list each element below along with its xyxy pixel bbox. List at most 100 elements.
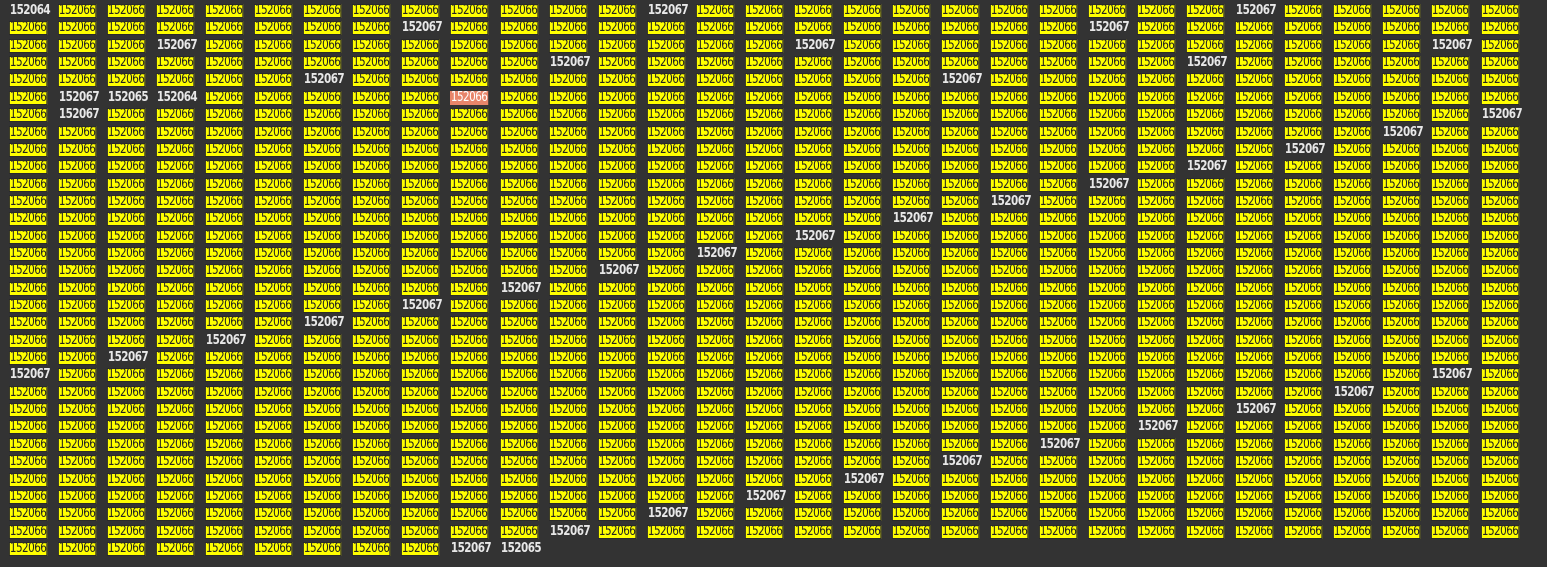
number-cell[interactable]: 152066 xyxy=(156,333,195,348)
number-cell[interactable]: 152066 xyxy=(548,212,587,227)
number-cell[interactable]: 152066 xyxy=(254,73,293,88)
number-cell[interactable]: 152066 xyxy=(205,351,244,365)
number-cell[interactable]: 152066 xyxy=(548,160,587,175)
number-cell[interactable]: 152066 xyxy=(1235,212,1274,227)
number-cell[interactable]: 152066 xyxy=(1088,368,1127,383)
number-cell[interactable]: 152066 xyxy=(597,56,636,71)
number-cell[interactable]: 152066 xyxy=(303,489,342,504)
number-cell[interactable]: 152066 xyxy=(1186,212,1225,227)
number-cell[interactable]: 152066 xyxy=(695,21,734,36)
number-cell[interactable]: 152066 xyxy=(1284,333,1323,348)
number-cell[interactable]: 152066 xyxy=(450,125,489,140)
number-cell[interactable]: 152066 xyxy=(1431,420,1470,435)
number-cell[interactable]: 152066 xyxy=(352,38,391,53)
number-cell[interactable]: 152067 xyxy=(598,264,640,278)
number-cell[interactable]: 152066 xyxy=(1333,194,1372,209)
number-cell[interactable]: 152066 xyxy=(1186,316,1225,331)
number-cell[interactable]: 152066 xyxy=(990,368,1029,383)
number-cell[interactable]: 152066 xyxy=(303,333,342,348)
number-cell[interactable]: 152066 xyxy=(1137,229,1176,244)
number-cell[interactable]: 152066 xyxy=(254,524,293,539)
number-cell[interactable]: 152066 xyxy=(597,281,636,296)
number-cell[interactable]: 152066 xyxy=(940,90,980,105)
number-cell[interactable]: 152066 xyxy=(793,281,833,296)
number-cell[interactable]: 152066 xyxy=(891,420,931,435)
number-cell[interactable]: 152066 xyxy=(646,299,685,313)
number-cell[interactable]: 152066 xyxy=(1333,281,1372,296)
number-cell[interactable]: 152066 xyxy=(744,351,784,365)
number-cell[interactable]: 152066 xyxy=(9,351,48,365)
number-cell[interactable]: 152066 xyxy=(842,264,882,279)
number-cell[interactable]: 152066 xyxy=(744,21,784,36)
number-cell[interactable]: 152066 xyxy=(254,507,293,522)
number-cell[interactable]: 152067 xyxy=(1137,420,1179,434)
number-cell[interactable]: 152066 xyxy=(9,472,48,487)
number-cell[interactable]: 152066 xyxy=(1382,194,1421,209)
number-cell[interactable]: 152066 xyxy=(744,229,784,244)
number-cell[interactable]: 152066 xyxy=(9,316,48,331)
number-cell[interactable]: 152066 xyxy=(1480,403,1519,418)
number-cell[interactable]: 152066 xyxy=(646,212,685,227)
number-cell[interactable]: 152066 xyxy=(1480,73,1519,88)
number-cell[interactable]: 152066 xyxy=(401,524,440,539)
number-cell[interactable]: 152066 xyxy=(107,56,146,71)
number-cell[interactable]: 152066 xyxy=(205,524,244,539)
number-cell[interactable]: 152067 xyxy=(303,316,345,330)
number-cell[interactable]: 152066 xyxy=(205,108,244,123)
number-cell[interactable]: 152067 xyxy=(647,507,689,521)
number-cell[interactable]: 152066 xyxy=(9,229,48,244)
number-cell[interactable]: 152066 xyxy=(646,177,685,192)
number-cell[interactable]: 152066 xyxy=(940,56,980,71)
number-cell[interactable]: 152066 xyxy=(9,38,48,53)
number-cell[interactable]: 152066 xyxy=(1088,142,1127,157)
number-cell[interactable]: 152066 xyxy=(1480,142,1519,157)
number-cell[interactable]: 152066 xyxy=(646,246,685,261)
number-cell[interactable]: 152066 xyxy=(1431,333,1470,348)
number-cell[interactable]: 152066 xyxy=(744,73,784,88)
number-cell[interactable]: 152066 xyxy=(1039,351,1078,365)
number-cell[interactable]: 152066 xyxy=(1382,316,1421,331)
number-cell[interactable]: 152066 xyxy=(1235,21,1274,36)
number-cell[interactable]: 152066 xyxy=(891,316,931,331)
number-cell[interactable]: 152066 xyxy=(646,333,685,348)
number-cell[interactable]: 152066 xyxy=(891,299,931,313)
number-cell[interactable]: 152066 xyxy=(940,385,980,400)
number-cell[interactable]: 152066 xyxy=(1431,90,1470,105)
number-cell[interactable]: 152066 xyxy=(1039,472,1078,487)
number-cell[interactable]: 152067 xyxy=(696,246,738,261)
number-cell[interactable]: 152066 xyxy=(1431,437,1470,452)
number-cell[interactable]: 152066 xyxy=(156,264,195,279)
number-cell[interactable]: 152066 xyxy=(1382,56,1421,71)
number-cell[interactable]: 152066 xyxy=(548,73,587,88)
number-cell[interactable]: 152066 xyxy=(401,73,440,88)
number-cell[interactable]: 152066 xyxy=(156,73,195,88)
number-cell[interactable]: 152066 xyxy=(1039,403,1078,418)
number-cell[interactable]: 152066 xyxy=(990,90,1029,105)
number-cell[interactable]: 152066 xyxy=(450,403,489,418)
number-cell[interactable]: 152066 xyxy=(646,108,685,123)
number-cell[interactable]: 152066 xyxy=(891,21,931,36)
number-cell[interactable]: 152066 xyxy=(1333,264,1372,279)
number-cell[interactable]: 152066 xyxy=(646,142,685,157)
number-cell[interactable]: 152066 xyxy=(1382,4,1421,18)
number-cell[interactable]: 152066 xyxy=(744,264,784,279)
number-cell[interactable]: 152066 xyxy=(842,194,882,209)
number-cell[interactable]: 152066 xyxy=(940,4,980,18)
number-cell[interactable]: 152066 xyxy=(548,385,587,400)
number-cell[interactable]: 152066 xyxy=(695,229,734,244)
number-cell[interactable]: 152066 xyxy=(597,21,636,36)
number-cell[interactable]: 152066 xyxy=(695,281,734,296)
number-cell[interactable]: 152066 xyxy=(1431,472,1470,487)
number-cell[interactable]: 152067 xyxy=(647,4,689,18)
number-cell[interactable]: 152066 xyxy=(646,90,685,105)
number-cell[interactable]: 152066 xyxy=(58,212,97,227)
number-cell[interactable]: 152066 xyxy=(254,264,293,279)
number-cell[interactable]: 152066 xyxy=(1333,142,1372,157)
number-cell[interactable]: 152066 xyxy=(1382,229,1421,244)
number-cell[interactable]: 152066 xyxy=(9,437,48,452)
number-cell[interactable]: 152066 xyxy=(990,333,1029,348)
number-cell[interactable]: 152066 xyxy=(205,21,244,36)
number-cell[interactable]: 152066 xyxy=(303,125,342,140)
number-cell[interactable]: 152066 xyxy=(303,38,342,53)
number-cell[interactable]: 152066 xyxy=(499,489,538,504)
